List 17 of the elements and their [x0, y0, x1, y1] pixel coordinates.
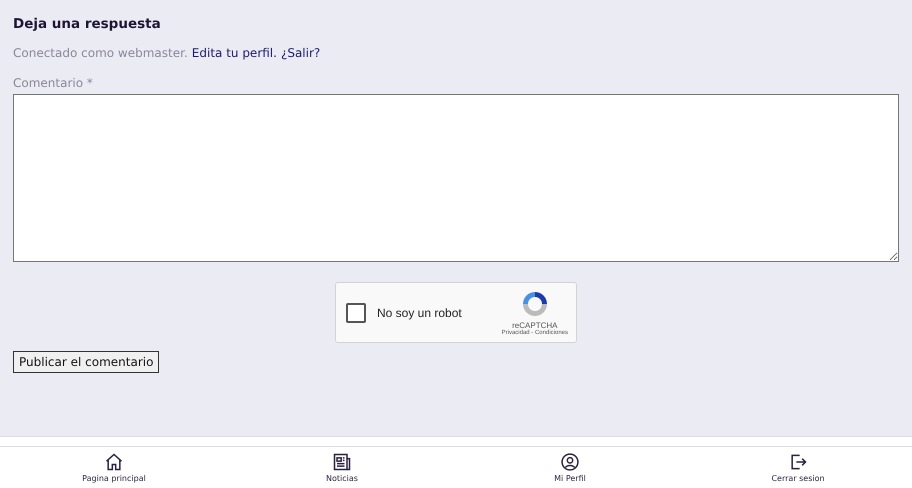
nav-item[interactable]: Noticias	[228, 447, 456, 488]
link[interactable]: Edita tu perfil.	[192, 46, 277, 60]
comment-field[interactable]	[13, 94, 899, 262]
submit-button[interactable]: Publicar el comentario	[13, 351, 160, 373]
captcha-label: No soy un robot	[377, 306, 463, 320]
nav-item[interactable]: Cerrar sesion	[684, 447, 912, 488]
nav-item[interactable]: Pagina principal	[0, 447, 228, 488]
home-icon	[104, 452, 124, 472]
nav-item[interactable]: Mi Perfil	[456, 447, 684, 488]
field-label: Comentario *	[13, 76, 94, 90]
section-heading: Deja una respuesta	[13, 16, 162, 32]
logged-in-text: Conectado como webmaster.	[13, 46, 188, 60]
newspaper-icon	[332, 452, 352, 472]
checkbox[interactable]	[346, 302, 366, 322]
captcha-brand: reCAPTCHA	[512, 321, 558, 330]
user-icon	[560, 452, 580, 472]
link[interactable]: ¿Salir?	[280, 46, 320, 60]
